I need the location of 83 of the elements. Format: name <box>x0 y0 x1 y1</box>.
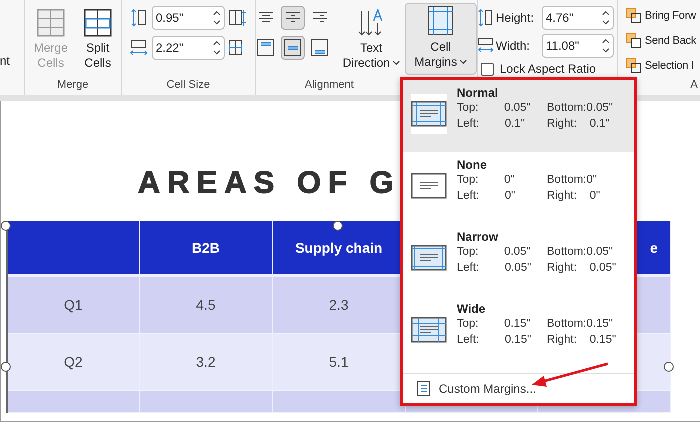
alignment-button[interactable] <box>280 6 305 30</box>
ribbon-button-label[interactable]: nt <box>0 54 10 68</box>
margin-value: Left: 0.05" <box>457 261 532 276</box>
resize-handle[interactable] <box>1 362 11 372</box>
text-direction-icon <box>358 9 386 37</box>
margin-value: Right: 0.05" <box>547 261 618 276</box>
height-icon <box>478 9 494 27</box>
margin-value: Right: 0.1" <box>547 117 611 132</box>
group-label: Cell Size <box>166 79 212 93</box>
layer-order-icon <box>626 32 642 48</box>
split-cells-button[interactable]: Split Cells <box>79 6 117 74</box>
margin-value: Top: 0.05" <box>457 101 532 116</box>
arrange-button[interactable]: Bring Forw <box>626 5 696 26</box>
preset-name: Narrow <box>457 230 500 245</box>
margin-value: Top: 0.15" <box>457 317 532 332</box>
align-text-icon <box>258 11 274 25</box>
column-width-field[interactable]: 2.22" <box>152 36 225 60</box>
row-height-field[interactable]: 0.95" <box>152 6 225 30</box>
margin-preset-item[interactable]: Narrow Top: 0.05" Bottom:0.05" Left: 0.05" Right: 0.05" <box>403 224 634 296</box>
spin-arrows-icon[interactable] <box>213 39 221 57</box>
arrange-button[interactable]: Selection I <box>626 55 696 76</box>
margin-value: Right: 0" <box>547 189 602 204</box>
margin-preset-item[interactable]: Wide Top: 0.15" Bottom:0.15" Left: 0.15" Right: 0.15" <box>403 296 634 368</box>
custom-margins-button[interactable]: Custom Margins... <box>403 373 634 403</box>
margin-value: Left: 0.15" <box>457 333 532 348</box>
margin-value: Bottom:0.15" <box>547 317 614 332</box>
cell-margins-button[interactable]: Cell Margins <box>405 3 477 75</box>
align-cell-icon <box>310 39 329 57</box>
caret-icon <box>393 61 400 66</box>
margin-preview-icon <box>411 317 447 343</box>
margin-preview-icon <box>411 245 447 271</box>
width-icon <box>478 37 494 55</box>
row-height-icon <box>130 9 148 27</box>
arrange-button[interactable]: Send Back <box>626 30 696 51</box>
margin-value: Bottom:0.05" <box>547 245 614 260</box>
lock-aspect-ratio-checkbox[interactable]: Lock Aspect Ratio <box>478 62 614 76</box>
margin-value: Left: 0" <box>457 189 516 204</box>
align-text-icon <box>312 11 328 25</box>
group-label: Alignment <box>304 79 355 93</box>
margin-preset-item[interactable]: None Top: 0" Bottom:0" Left: 0" Right: 0" <box>403 152 634 224</box>
group-label: Merge <box>56 79 90 93</box>
caret-icon <box>460 60 468 66</box>
field-label: Height: <box>496 11 536 25</box>
layer-order-icon <box>626 8 642 24</box>
margin-value: Left: 0.1" <box>457 117 526 132</box>
text-direction-button[interactable]: Text Direction <box>338 6 406 74</box>
spin-arrows-icon[interactable] <box>602 37 610 55</box>
margin-preset-item[interactable]: Normal Top: 0.05" Bottom:0.05" Left: 0.1" Right: 0.1" <box>403 80 634 152</box>
alignment-button[interactable] <box>280 36 305 60</box>
margin-value: Right: 0.15" <box>547 333 618 348</box>
split-cells-icon <box>84 9 112 37</box>
distribute-rows-icon[interactable] <box>229 9 247 27</box>
width-field[interactable]: 11.08" <box>542 34 614 58</box>
column-width-icon <box>130 39 148 57</box>
margin-preview-icon <box>411 173 447 199</box>
height-field[interactable]: 4.76" <box>542 6 614 30</box>
margin-value: Top: 0.05" <box>457 245 532 260</box>
group-label: A <box>690 79 699 93</box>
align-cell-icon <box>256 39 275 57</box>
slide-title: AREAS OF G <box>138 165 401 202</box>
table-cell: 4.5 <box>140 277 273 334</box>
merge-cells-icon <box>36 9 65 37</box>
spin-arrows-icon[interactable] <box>602 9 610 27</box>
custom-margins-icon <box>417 380 431 396</box>
selection-pane-icon <box>626 58 642 74</box>
align-text-icon <box>284 11 301 25</box>
margin-value: Top: 0" <box>457 173 516 188</box>
resize-handle[interactable] <box>1 221 11 231</box>
header-cell: B2B <box>140 221 273 277</box>
table-cell: 3.2 <box>140 334 273 391</box>
field-label: Width: <box>496 39 532 53</box>
preset-name: Wide <box>457 302 487 317</box>
margin-value: Bottom:0" <box>547 173 598 188</box>
resize-handle[interactable] <box>664 362 674 372</box>
margin-value: Bottom:0.05" <box>547 101 614 116</box>
cell-margins-icon <box>428 6 454 36</box>
spin-arrows-icon[interactable] <box>213 9 221 27</box>
table-cell: Q1 <box>8 277 140 334</box>
align-cell-icon <box>284 39 302 57</box>
preset-name: Normal <box>457 86 500 101</box>
margin-preview-icon <box>411 101 447 127</box>
preset-name: None <box>457 158 488 173</box>
table-cell: Q2 <box>8 334 140 391</box>
